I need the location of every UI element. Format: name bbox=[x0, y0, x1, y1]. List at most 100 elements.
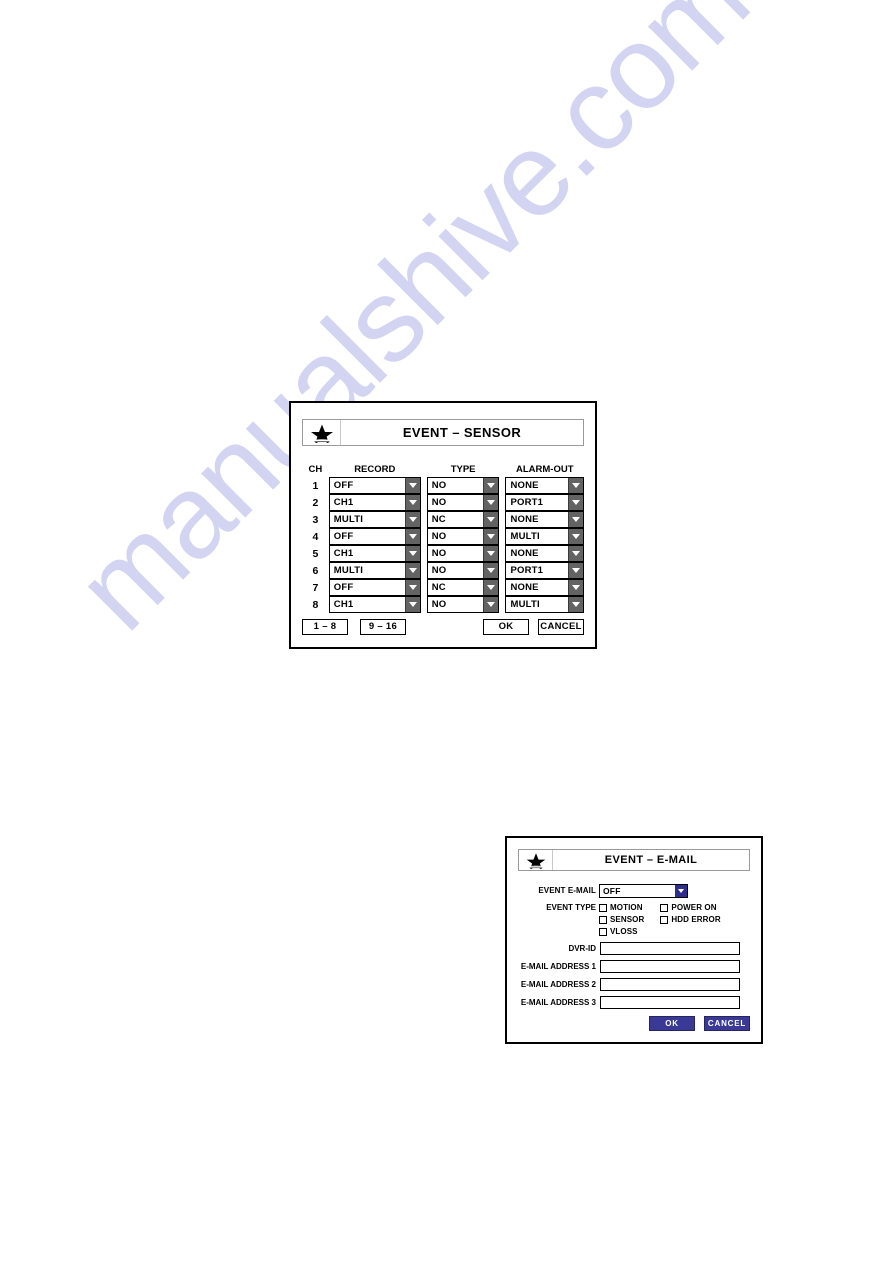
chevron-down-icon[interactable] bbox=[404, 596, 420, 612]
alarm-out-dropdown-ch7[interactable]: NONE bbox=[505, 578, 584, 596]
ok-button[interactable]: OK bbox=[483, 619, 529, 635]
checkbox-motion[interactable]: MOTION bbox=[599, 902, 644, 913]
alarm-out-dropdown-ch6[interactable]: PORT1 bbox=[505, 561, 584, 579]
event-type-checkbox-group: MOTION SENSOR VLOSS POWER ON HDD ERROR bbox=[599, 902, 721, 938]
dvr-id-label: DVR-ID bbox=[568, 943, 596, 953]
alarm-out-value: MULTI bbox=[510, 530, 540, 542]
column-header-alarm-out: ALARM-OUT bbox=[516, 464, 574, 475]
type-value: NC bbox=[431, 513, 446, 525]
ok-button[interactable]: OK bbox=[649, 1016, 695, 1031]
channel-number: 5 bbox=[312, 547, 319, 560]
column-header-record: RECORD bbox=[354, 464, 396, 475]
email-address-3-input[interactable] bbox=[600, 995, 740, 1009]
chevron-down-icon[interactable] bbox=[567, 494, 583, 510]
type-dropdown-ch7[interactable]: NC bbox=[426, 578, 500, 596]
record-dropdown-ch5[interactable]: CH1 bbox=[328, 544, 421, 562]
chevron-down-icon[interactable] bbox=[567, 596, 583, 612]
chevron-down-icon[interactable] bbox=[483, 596, 499, 612]
chevron-down-icon[interactable] bbox=[483, 494, 499, 510]
page-1-8-button[interactable]: 1 – 8 bbox=[302, 619, 348, 635]
event-email-dialog: EVENT – E-MAIL EVENT E-MAIL OFF EVENT TY… bbox=[505, 836, 763, 1044]
column-header-type: TYPE bbox=[450, 464, 476, 475]
chevron-down-icon[interactable] bbox=[483, 477, 499, 493]
chevron-down-icon[interactable] bbox=[404, 579, 420, 595]
record-dropdown-ch8[interactable]: CH1 bbox=[328, 595, 421, 613]
event-email-label: EVENT E-MAIL bbox=[538, 886, 596, 895]
chevron-down-icon[interactable] bbox=[567, 528, 583, 544]
chevron-down-icon[interactable] bbox=[483, 545, 499, 561]
checkbox-label: MOTION bbox=[610, 903, 643, 912]
type-value: NO bbox=[431, 496, 447, 508]
alarm-out-dropdown-ch3[interactable]: NONE bbox=[505, 510, 584, 528]
cancel-button[interactable]: CANCEL bbox=[704, 1016, 750, 1031]
checkbox-hdd-error[interactable]: HDD ERROR bbox=[660, 914, 721, 925]
chevron-down-icon[interactable] bbox=[404, 545, 420, 561]
alarm-out-dropdown-ch4[interactable]: MULTI bbox=[505, 527, 584, 545]
chevron-down-icon[interactable] bbox=[567, 477, 583, 493]
chevron-down-icon[interactable] bbox=[404, 511, 420, 527]
type-dropdown-ch8[interactable]: NO bbox=[426, 595, 500, 613]
alarm-out-value: MULTI bbox=[510, 598, 540, 610]
alarm-out-dropdown-ch8[interactable]: MULTI bbox=[505, 595, 584, 613]
checkbox-label: SENSOR bbox=[610, 915, 645, 924]
event-type-row: EVENT TYPE MOTION SENSOR VLOSS POWER ON … bbox=[518, 902, 750, 938]
chevron-down-icon[interactable] bbox=[567, 545, 583, 561]
record-dropdown-ch6[interactable]: MULTI bbox=[328, 561, 421, 579]
chevron-down-icon[interactable] bbox=[483, 528, 499, 544]
record-value: OFF bbox=[333, 581, 354, 593]
type-dropdown-ch4[interactable]: NO bbox=[426, 527, 500, 545]
alarm-out-dropdown-ch5[interactable]: NONE bbox=[505, 544, 584, 562]
email-address-2-label: E-MAIL ADDRESS 2 bbox=[520, 979, 596, 989]
sensor-dialog-buttons: 1 – 8 9 – 16 OK CANCEL bbox=[302, 619, 584, 635]
email-dialog-body: EVENT E-MAIL OFF EVENT TYPE MOTION SENSO… bbox=[518, 883, 750, 1010]
type-dropdown-ch2[interactable]: NO bbox=[426, 493, 500, 511]
email-dialog-titlebar: EVENT – E-MAIL bbox=[518, 849, 750, 871]
channel-number: 1 bbox=[312, 479, 319, 492]
email-address-3-label: E-MAIL ADDRESS 3 bbox=[520, 997, 596, 1007]
checkbox-sensor[interactable]: SENSOR bbox=[599, 914, 644, 925]
chevron-down-icon[interactable] bbox=[567, 579, 583, 595]
cancel-button[interactable]: CANCEL bbox=[538, 619, 584, 635]
chevron-down-icon[interactable] bbox=[483, 511, 499, 527]
checkbox-vloss[interactable]: VLOSS bbox=[599, 926, 644, 937]
email-address-2-input[interactable] bbox=[600, 977, 740, 991]
chevron-down-icon[interactable] bbox=[567, 511, 583, 527]
chevron-down-icon[interactable] bbox=[404, 494, 420, 510]
alarm-out-dropdown-ch1[interactable]: NONE bbox=[505, 476, 584, 494]
chevron-down-icon[interactable] bbox=[567, 562, 583, 578]
event-email-value: OFF bbox=[603, 885, 621, 896]
record-dropdown-ch2[interactable]: CH1 bbox=[328, 493, 421, 511]
alarm-out-dropdown-ch2[interactable]: PORT1 bbox=[505, 493, 584, 511]
checkbox-icon[interactable] bbox=[660, 903, 669, 912]
checkbox-label: VLOSS bbox=[610, 927, 638, 936]
channel-number: 4 bbox=[312, 530, 319, 543]
record-dropdown-ch1[interactable]: OFF bbox=[328, 476, 421, 494]
checkbox-label: POWER ON bbox=[671, 903, 717, 912]
chevron-down-icon[interactable] bbox=[483, 562, 499, 578]
dvr-id-input[interactable] bbox=[600, 941, 740, 955]
chevron-down-icon[interactable] bbox=[404, 528, 420, 544]
type-value: NO bbox=[431, 547, 447, 559]
checkbox-icon[interactable] bbox=[660, 915, 669, 924]
record-dropdown-ch7[interactable]: OFF bbox=[328, 578, 421, 596]
event-type-column-2: POWER ON HDD ERROR bbox=[660, 902, 721, 938]
chevron-down-icon[interactable] bbox=[404, 562, 420, 578]
chevron-down-icon[interactable] bbox=[675, 884, 687, 897]
event-email-dropdown[interactable]: OFF bbox=[599, 883, 688, 898]
chevron-down-icon[interactable] bbox=[404, 477, 420, 493]
record-dropdown-ch4[interactable]: OFF bbox=[328, 527, 421, 545]
checkbox-icon[interactable] bbox=[599, 927, 607, 936]
record-dropdown-ch3[interactable]: MULTI bbox=[328, 510, 421, 528]
checkbox-icon[interactable] bbox=[599, 915, 607, 924]
type-dropdown-ch3[interactable]: NC bbox=[426, 510, 500, 528]
type-dropdown-ch6[interactable]: NO bbox=[426, 561, 500, 579]
checkbox-icon[interactable] bbox=[599, 903, 607, 912]
chevron-down-icon[interactable] bbox=[483, 579, 499, 595]
type-dropdown-ch5[interactable]: NO bbox=[426, 544, 500, 562]
email-address-1-input[interactable] bbox=[600, 959, 740, 973]
page-9-16-button[interactable]: 9 – 16 bbox=[360, 619, 406, 635]
type-dropdown-ch1[interactable]: NO bbox=[426, 476, 500, 494]
star-icon bbox=[519, 850, 553, 870]
checkbox-power-on[interactable]: POWER ON bbox=[660, 902, 720, 913]
event-type-column-1: MOTION SENSOR VLOSS bbox=[599, 902, 644, 938]
